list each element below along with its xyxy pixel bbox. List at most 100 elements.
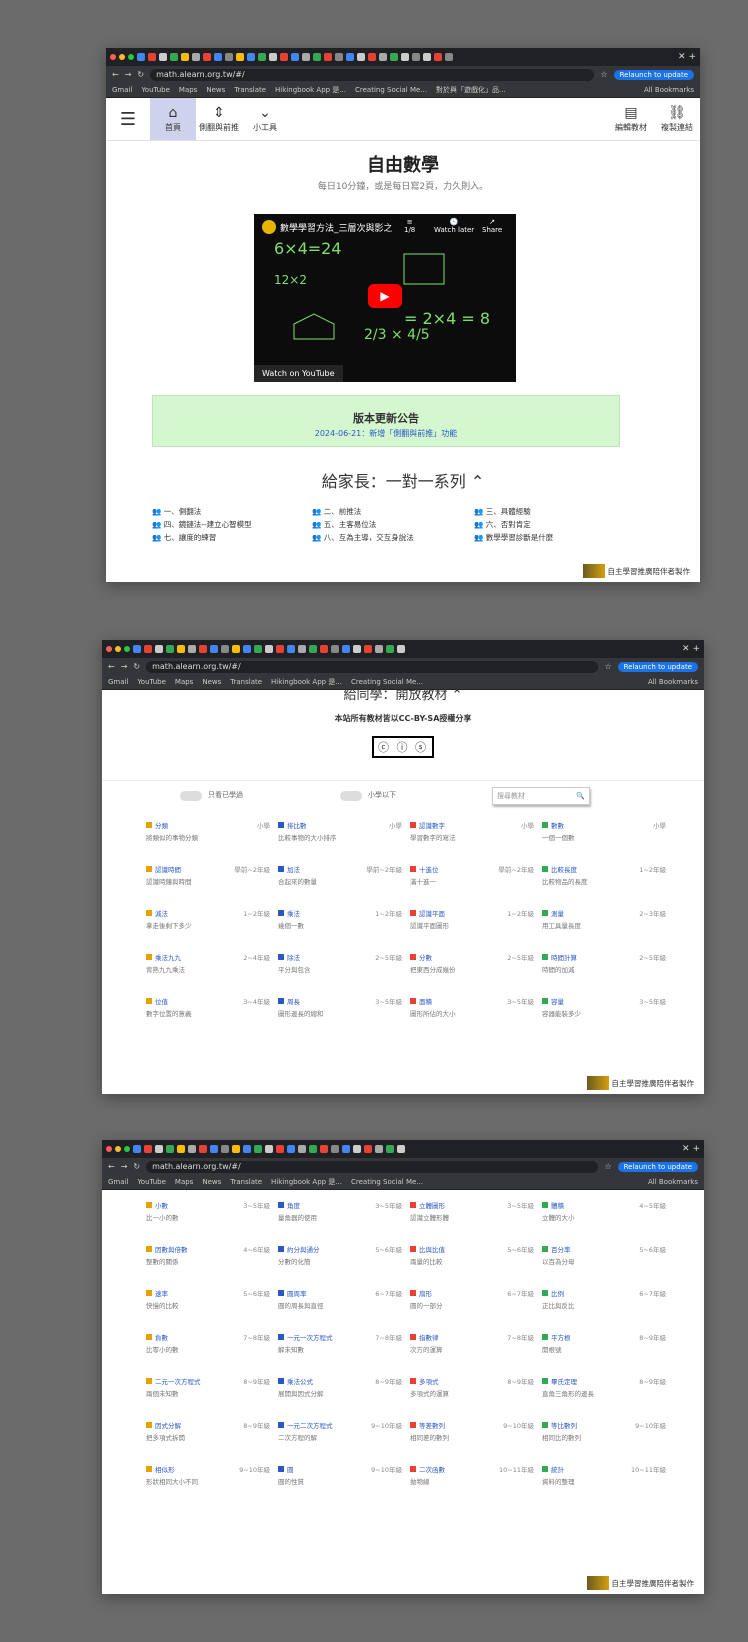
minimize-window-icon[interactable] [115,646,121,652]
course-title[interactable]: 相似形 [155,1464,175,1474]
url-input[interactable]: math.alearn.org.tw/#/ [146,660,599,673]
learned-toggle[interactable] [180,791,202,801]
bookmark-youtube[interactable]: YouTube [141,86,169,94]
course-card[interactable]: 約分與通分 5~6年級 分數的化簡 [278,1244,402,1276]
forward-icon[interactable]: → [121,1162,128,1171]
bookmark-gmail[interactable]: Gmail [112,86,132,94]
course-title[interactable]: 小數 [155,1200,168,1210]
course-title[interactable]: 等比數列 [551,1420,577,1430]
all-bookmarks[interactable]: All Bookmarks [648,1178,698,1186]
course-card[interactable]: 認識平面 1~2年級 認識平面圖形 [410,908,534,940]
course-card[interactable]: 相似形 9~10年級 形狀相同大小不同 [146,1464,270,1496]
course-card[interactable]: 加法 學前~2年級 合起來的數量 [278,864,402,896]
course-title[interactable]: 比與比值 [419,1244,445,1254]
close-tab-icon[interactable]: ✕ + [678,52,696,62]
tab-favicons[interactable] [133,1144,679,1154]
course-title[interactable]: 一元二次方程式 [287,1420,333,1430]
course-card[interactable]: 圓周率 6~7年級 圓的周長與直徑 [278,1288,402,1320]
bookmark-youtube[interactable]: YouTube [137,1178,165,1186]
all-bookmarks[interactable]: All Bookmarks [644,86,694,94]
course-title[interactable]: 百分率 [551,1244,571,1254]
course-card[interactable]: 百分率 5~6年級 以百為分母 [542,1244,666,1276]
playlist-counter[interactable]: ≡ 1/8 [404,218,415,234]
relaunch-button[interactable]: Relaunch to update [613,69,694,80]
course-card[interactable]: 二元一次方程式 8~9年級 兩個未知數 [146,1376,270,1408]
course-card[interactable]: 比例 6~7年級 正比與反比 [542,1288,666,1320]
course-card[interactable]: 等差數列 9~10年級 相同差的數列 [410,1420,534,1452]
close-window-icon[interactable] [106,646,112,652]
search-icon[interactable]: 🔍 [576,792,585,800]
parents-item[interactable]: 👥 數學學習診斷是什麼 [474,532,654,543]
back-icon[interactable]: ← [108,1162,115,1171]
course-title[interactable]: 速率 [155,1288,168,1298]
course-card[interactable]: 乘法公式 8~9年級 展開與因式分解 [278,1376,402,1408]
cc-by-sa-badge[interactable]: ⓒ ⓘ ⓢ [372,736,434,758]
students-heading[interactable]: 給同學：開放教材 ⌃ [102,684,704,703]
course-title[interactable]: 平方根 [551,1332,571,1342]
course-card[interactable]: 時間計算 2~5年級 時間的加減 [542,952,666,984]
course-title[interactable]: 圓周率 [287,1288,307,1298]
zoom-window-icon[interactable] [128,54,134,60]
parents-item[interactable]: 👥 五、主客易位法 [312,519,474,530]
course-card[interactable]: 比較長度 1~2年級 比較物品的長度 [542,864,666,896]
course-card[interactable]: 等比數列 9~10年級 相同比的數列 [542,1420,666,1452]
bookmark-translate[interactable]: Translate [230,1178,262,1186]
star-icon[interactable]: ☆ [604,1162,611,1171]
course-card[interactable]: 因式分解 8~9年級 把多項式拆開 [146,1420,270,1452]
minimize-window-icon[interactable] [119,54,125,60]
course-card[interactable]: 角度 3~5年級 量角器的使用 [278,1200,402,1232]
course-card[interactable]: 小數 3~5年級 比一小的數 [146,1200,270,1232]
course-card[interactable]: 認識時間 學前~2年級 認識時鐘與時間 [146,864,270,896]
course-title[interactable]: 周長 [287,996,300,1006]
course-card[interactable]: 一元二次方程式 9~10年級 二次方程的解 [278,1420,402,1452]
bookmark-gmail[interactable]: Gmail [108,1178,128,1186]
course-title[interactable]: 排比數 [287,820,307,830]
course-title[interactable]: 比例 [551,1288,564,1298]
course-card[interactable]: 二次函數 10~11年級 拋物線 [410,1464,534,1496]
course-card[interactable]: 統計 10~11年級 資料的整理 [542,1464,666,1496]
bookmark-social[interactable]: Creating Social Me... [355,86,427,94]
bookmark-news[interactable]: News [202,1178,221,1186]
maker-badge[interactable]: 自主學習推廣陪伴者製作 [586,1576,694,1590]
course-title[interactable]: 因數與倍數 [155,1244,188,1254]
course-title[interactable]: 負數 [155,1332,168,1342]
course-title[interactable]: 乘法九九 [155,952,181,962]
reload-icon[interactable]: ↻ [133,1162,140,1171]
parents-item[interactable]: 👥 二、前推法 [312,506,474,517]
course-title[interactable]: 加法 [287,864,300,874]
course-title[interactable]: 一元一次方程式 [287,1332,333,1342]
course-card[interactable]: 速率 5~6年級 快慢的比較 [146,1288,270,1320]
course-title[interactable]: 二次函數 [419,1464,445,1474]
nav-sidebar[interactable]: ⇕ 側翻與前推 [196,98,242,140]
video-title[interactable]: 數學學習方法_三層次與影之 [262,220,393,234]
bookmark-social[interactable]: Creating Social Me... [351,1178,423,1186]
maker-badge[interactable]: 自主學習推廣陪伴者製作 [586,1076,694,1090]
course-title[interactable]: 時間計算 [551,952,577,962]
course-card[interactable]: 乘法 1~2年級 幾個一數 [278,908,402,940]
course-title[interactable]: 面積 [419,996,432,1006]
tab-favicons[interactable] [133,644,679,654]
nav-home[interactable]: ⌂ 首頁 [150,98,196,140]
bookmark-news[interactable]: News [206,86,225,94]
back-icon[interactable]: ← [108,662,115,671]
course-title[interactable]: 體積 [551,1200,564,1210]
course-card[interactable]: 分類 小學 將類似的事物分類 [146,820,270,852]
share-button[interactable]: ↗ Share [482,218,502,234]
parents-item[interactable]: 👥 四、鏡鏈法--建立心智模型 [152,519,312,530]
course-card[interactable]: 比與比值 5~6年級 兩量的比較 [410,1244,534,1276]
course-card[interactable]: 排比數 小學 比較事物的大小排序 [278,820,402,852]
course-card[interactable]: 扇形 6~7年級 圓的一部分 [410,1288,534,1320]
bookmark-translate[interactable]: Translate [234,86,266,94]
course-card[interactable]: 測量 2~3年級 用工具量長度 [542,908,666,940]
course-title[interactable]: 統計 [551,1464,564,1474]
course-title[interactable]: 認識數字 [419,820,445,830]
watch-on-youtube-button[interactable]: Watch on YouTube [254,365,343,382]
parents-item[interactable]: 👥 八、互為主導，交互身說法 [312,532,474,543]
course-card[interactable]: 立體圖形 3~5年級 認識立體形體 [410,1200,534,1232]
forward-icon[interactable]: → [121,662,128,671]
bookmark-hikingbook[interactable]: Hikingbook App 是... [271,1177,342,1187]
course-card[interactable]: 圓 9~10年級 圓的性質 [278,1464,402,1496]
course-card[interactable]: 數數 小學 一個一個數 [542,820,666,852]
course-title[interactable]: 位值 [155,996,168,1006]
course-card[interactable]: 體積 4~5年級 立體的大小 [542,1200,666,1232]
